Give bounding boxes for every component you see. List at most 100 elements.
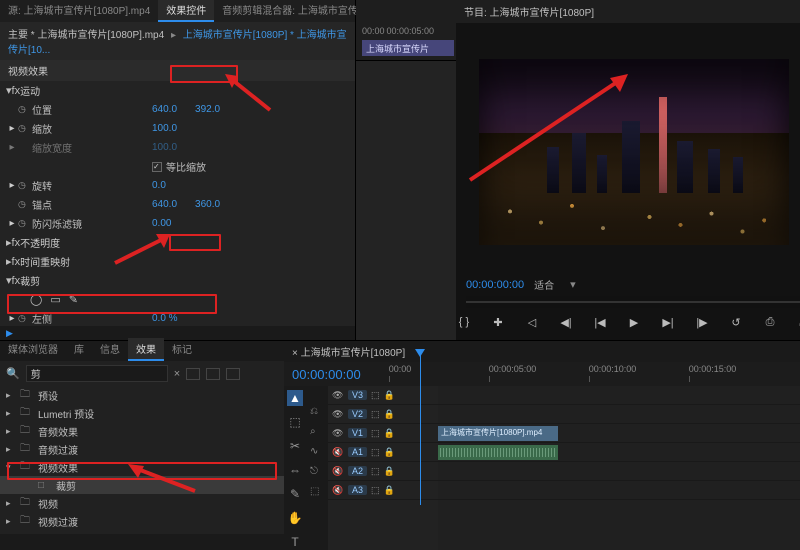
program-monitor[interactable] (479, 59, 789, 245)
add-marker-button[interactable]: ✚ (490, 314, 506, 330)
pen-mask-icon[interactable]: ✎ (69, 293, 78, 306)
rect-mask-icon[interactable]: ▭ (50, 293, 60, 306)
track-lane[interactable]: 上海城市宣传片[1080P].mp4 (438, 424, 800, 443)
track-target-icon[interactable]: ⬚ (371, 485, 380, 496)
lock-icon[interactable]: 🔒 (384, 390, 396, 401)
clear-search-icon[interactable]: × (174, 368, 180, 380)
position-x-value[interactable]: 640.0 (152, 104, 177, 115)
tree-row[interactable]: ▸ 🗀 音频效果 (0, 422, 284, 440)
timeline-sequence-tab[interactable]: × 上海城市宣传片[1080P] (284, 341, 800, 362)
lock-icon[interactable]: 🔒 (384, 485, 396, 496)
program-timecode[interactable]: 00:00:00:00 (466, 279, 524, 291)
chevron-right-icon[interactable]: ▸ (6, 123, 18, 134)
fx-badge[interactable]: fx (12, 237, 21, 249)
track-tag[interactable]: V2 (348, 409, 367, 419)
timeline-tool[interactable]: ✂ (287, 438, 303, 454)
track-header[interactable]: 👁 V2 ⬚ 🔒 (328, 405, 438, 424)
toggle-track-icon[interactable]: 👁 (332, 390, 344, 401)
track-lane[interactable] (438, 481, 800, 500)
next-frame-button[interactable]: ▶| (660, 314, 676, 330)
track-target-icon[interactable]: ⬚ (371, 428, 380, 439)
track-lane[interactable] (438, 405, 800, 424)
tab-source[interactable]: 源: 上海城市宣传片[1080P].mp4 (0, 0, 158, 22)
yuv-badge[interactable] (226, 368, 240, 380)
toggle-track-icon[interactable]: 👁 (332, 409, 344, 420)
timeline-option-icon[interactable]: ⎌ (310, 406, 324, 420)
step-back-button[interactable]: ◁ (524, 314, 540, 330)
track-lane[interactable] (438, 443, 800, 462)
stopwatch-icon[interactable]: ◷ (18, 180, 32, 191)
tab-effects[interactable]: 效果 (128, 338, 164, 361)
chevron-icon[interactable]: ▸ (6, 516, 16, 527)
timeline-option-icon[interactable]: ∿ (310, 446, 324, 460)
playhead-start-icon[interactable]: ▶ (6, 328, 13, 339)
prev-frame-button[interactable]: |◀ (592, 314, 608, 330)
tree-row[interactable]: ▸ 🗀 预设 (0, 386, 284, 404)
rotation-value[interactable]: 0.0 (152, 180, 166, 191)
export-frame-button[interactable]: ⎙ (762, 314, 778, 330)
track-header[interactable]: 👁 V1 ⬚ 🔒 (328, 424, 438, 443)
fx-badge[interactable]: fx (12, 85, 21, 97)
time-remap-header[interactable]: ▸fx 时间重映射 (0, 252, 355, 271)
lock-icon[interactable]: 🔒 (384, 409, 396, 420)
timeline-tool[interactable]: T (287, 534, 303, 550)
tab-effect-controls[interactable]: 效果控件 (158, 0, 214, 22)
stopwatch-icon[interactable]: ◷ (18, 218, 32, 229)
track-tag[interactable]: A1 (348, 447, 367, 457)
tree-row[interactable]: ▸ 🗀 Lumetri 预设 (0, 404, 284, 422)
zoom-fit-dropdown[interactable]: 适合 (534, 277, 554, 292)
stopwatch-icon[interactable]: ◷ (18, 199, 32, 210)
timeline-tool[interactable]: ⬚ (287, 414, 303, 430)
toggle-track-icon[interactable]: 👁 (332, 428, 344, 439)
fx-badge[interactable]: fx (12, 256, 21, 268)
timeline-option-icon[interactable]: ⎋ (310, 466, 324, 480)
track-tag[interactable]: A2 (348, 466, 367, 476)
tree-row[interactable]: □ 裁剪 (0, 476, 284, 494)
tracks-area[interactable]: 上海城市宣传片[1080P].mp4 (438, 386, 800, 550)
track-header[interactable]: 🔇 A3 ⬚ 🔒 (328, 481, 438, 500)
motion-header[interactable]: ▾ fx 运动 (0, 81, 355, 100)
stopwatch-icon[interactable]: ◷ (18, 104, 32, 115)
antiflicker-value[interactable]: 0.00 (152, 218, 171, 229)
timeline-option-icon[interactable]: ⌕ (310, 426, 324, 440)
track-lane[interactable] (438, 462, 800, 481)
mark-in-out-button[interactable]: { } (456, 314, 472, 330)
track-header[interactable]: 👁 V3 ⬚ 🔒 (328, 386, 438, 405)
track-tag[interactable]: V1 (348, 428, 367, 438)
track-target-icon[interactable]: ⬚ (371, 409, 380, 420)
track-header[interactable]: 🔇 A2 ⬚ 🔒 (328, 462, 438, 481)
chevron-icon[interactable]: ▸ (6, 426, 16, 437)
program-mini-ruler[interactable] (466, 296, 800, 308)
effects-search-input[interactable] (26, 365, 168, 382)
chevron-icon[interactable]: ▸ (6, 390, 16, 401)
tab-info[interactable]: 信息 (92, 338, 128, 361)
toggle-track-icon[interactable]: 🔇 (332, 447, 344, 458)
timeline-ruler[interactable]: 00:0000:00:05:0000:00:10:0000:00:15:00 (389, 364, 792, 384)
play-button[interactable]: ▶ (626, 314, 642, 330)
tab-markers[interactable]: 标记 (164, 338, 200, 361)
loop-button[interactable]: ↺ (728, 314, 744, 330)
crop-header[interactable]: ▾fx 裁剪 (0, 271, 355, 290)
crop-left-value[interactable]: 0.0 % (152, 313, 178, 324)
timeline-tool[interactable]: ▲ (287, 390, 303, 406)
track-header[interactable]: 🔇 A1 ⬚ 🔒 (328, 443, 438, 462)
tree-row[interactable]: ▸ 🗀 音频过渡 (0, 440, 284, 458)
tree-row[interactable]: ▸ 🗀 视频过渡 (0, 512, 284, 530)
uniform-scale-checkbox[interactable] (152, 162, 162, 172)
timeline-timecode[interactable]: 00:00:00:00 (292, 367, 361, 382)
toggle-track-icon[interactable]: 🔇 (332, 485, 344, 496)
playhead[interactable] (420, 355, 421, 505)
timeline-tool[interactable]: ✎ (287, 486, 303, 502)
tree-row[interactable]: ▾ 🗀 视频效果 (0, 458, 284, 476)
lift-button[interactable]: ⏏ (796, 314, 800, 330)
clip-bar[interactable]: 上海城市宣传片[1080P].mp4 (362, 40, 454, 56)
position-y-value[interactable]: 392.0 (195, 104, 220, 115)
ellipse-mask-icon[interactable]: ◯ (30, 293, 42, 306)
video-clip[interactable]: 上海城市宣传片[1080P].mp4 (438, 426, 558, 441)
timeline-option-icon[interactable]: ⬚ (310, 486, 324, 500)
chevron-icon[interactable]: ▸ (6, 408, 16, 419)
tree-row[interactable]: ▸ 🗀 视频 (0, 494, 284, 512)
track-target-icon[interactable]: ⬚ (371, 466, 380, 477)
track-target-icon[interactable]: ⬚ (371, 390, 380, 401)
track-tag[interactable]: A3 (348, 485, 367, 495)
